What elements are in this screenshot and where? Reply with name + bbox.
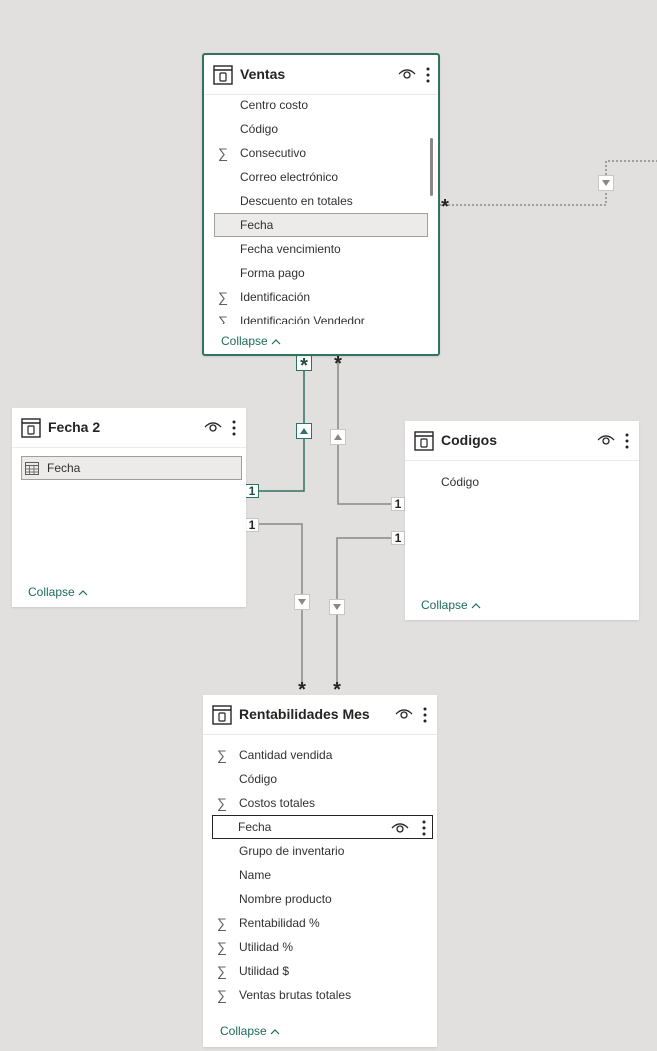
cardinality-one-fecha2-ventas: 1	[245, 484, 259, 498]
field-list[interactable]: Fecha	[12, 455, 246, 485]
field-item[interactable]: ∑ Ventas brutas totales	[213, 983, 429, 1007]
chevron-up-icon	[471, 602, 481, 609]
eye-icon[interactable]	[597, 433, 615, 447]
field-item[interactable]: ∑ Costos totales	[213, 791, 429, 815]
collapse-button[interactable]: Collapse	[220, 1024, 280, 1038]
collapse-button[interactable]: Collapse	[421, 598, 481, 612]
field-item[interactable]: Descuento en totales	[214, 189, 430, 213]
cardinality-one-codigos-rentabilidades: 1	[391, 531, 405, 545]
collapse-button[interactable]: Collapse	[28, 585, 88, 599]
field-list[interactable]: Centro costo Código ∑ Consecutivo Correo…	[204, 96, 438, 324]
field-list[interactable]: ∑ Cantidad vendida Código ∑ Costos total…	[203, 743, 437, 1013]
sum-icon: ∑	[217, 987, 227, 1003]
table-card-header[interactable]: Codigos	[405, 421, 639, 461]
more-options-icon[interactable]	[425, 66, 431, 84]
eye-icon[interactable]	[204, 420, 222, 434]
collapse-button[interactable]: Collapse	[221, 334, 281, 348]
field-item-highlighted[interactable]: Fecha	[21, 456, 242, 480]
filter-direction-up-icon[interactable]	[296, 423, 312, 439]
table-title: Ventas	[240, 66, 286, 82]
filter-direction-down-icon[interactable]	[329, 599, 345, 615]
field-item[interactable]: ∑ Consecutivo	[214, 141, 430, 165]
table-card-header[interactable]: Ventas	[204, 55, 438, 95]
filter-direction-up-icon[interactable]	[330, 429, 346, 445]
table-card-header[interactable]: Rentabilidades Mes	[203, 695, 437, 735]
calendar-icon	[25, 462, 39, 475]
table-card-fecha-2[interactable]: Fecha 2 Fecha Collapse	[12, 408, 246, 607]
table-title: Codigos	[441, 432, 497, 448]
eye-icon[interactable]	[398, 67, 416, 81]
field-item[interactable]: Código	[415, 470, 631, 494]
field-item[interactable]: ∑ Identificación Vendedor	[214, 309, 430, 324]
more-options-icon[interactable]	[231, 419, 237, 437]
eye-icon[interactable]	[395, 707, 413, 721]
table-icon	[414, 431, 434, 451]
table-title: Fecha 2	[48, 419, 101, 435]
eye-icon[interactable]	[391, 821, 409, 835]
field-item[interactable]: ∑ Cantidad vendida	[213, 743, 429, 767]
filter-direction-down-icon[interactable]	[598, 175, 614, 191]
table-card-rentabilidades-mes[interactable]: Rentabilidades Mes ∑ Cantidad vendida Có…	[203, 695, 437, 1047]
table-card-codigos[interactable]: Codigos Código Collapse	[405, 421, 639, 620]
table-icon	[21, 418, 41, 438]
sum-icon: ∑	[217, 939, 227, 955]
field-item[interactable]: Correo electrónico	[214, 165, 430, 189]
field-item[interactable]: Fecha vencimiento	[214, 237, 430, 261]
table-title: Rentabilidades Mes	[239, 706, 370, 722]
cardinality-many-ventas-codigos: *	[334, 353, 342, 375]
more-options-icon[interactable]	[624, 432, 630, 450]
sum-icon: ∑	[218, 145, 228, 161]
field-item[interactable]: ∑ Identificación	[214, 285, 430, 309]
more-options-icon[interactable]	[422, 706, 428, 724]
table-card-header[interactable]: Fecha 2	[12, 408, 246, 448]
field-item[interactable]: ∑ Utilidad $	[213, 959, 429, 983]
sum-icon: ∑	[217, 795, 227, 811]
chevron-up-icon	[270, 1028, 280, 1035]
scrollbar[interactable]	[430, 138, 433, 196]
field-item[interactable]: Grupo de inventario	[213, 839, 429, 863]
sum-icon: ∑	[217, 747, 227, 763]
field-item-focused[interactable]: Fecha	[212, 815, 433, 839]
cardinality-one-codigos-ventas: 1	[391, 497, 405, 511]
table-icon	[212, 705, 232, 725]
field-list[interactable]: Código	[405, 469, 639, 495]
table-icon	[213, 65, 233, 85]
relationship-line-rentabilidades-codigos[interactable]	[336, 537, 398, 688]
chevron-up-icon	[271, 338, 281, 345]
field-item[interactable]: Nombre producto	[213, 887, 429, 911]
field-item[interactable]: Forma pago	[214, 261, 430, 285]
field-item[interactable]: ∑ Utilidad %	[213, 935, 429, 959]
chevron-up-icon	[78, 589, 88, 596]
sum-icon: ∑	[217, 963, 227, 979]
sum-icon: ∑	[217, 915, 227, 931]
field-item[interactable]: Name	[213, 863, 429, 887]
more-options-icon[interactable]	[421, 819, 427, 837]
table-card-ventas[interactable]: Ventas Centro costo Código ∑ Consecutivo…	[202, 53, 440, 356]
relationship-line-ventas-offscreen[interactable]	[440, 160, 657, 206]
field-item[interactable]: Código	[214, 117, 430, 141]
relationship-line-ventas-codigos[interactable]	[337, 355, 398, 505]
sum-icon: ∑	[218, 313, 228, 324]
field-item-highlighted[interactable]: Fecha	[214, 213, 428, 237]
cardinality-many-ventas-fecha2: *	[296, 355, 312, 376]
sum-icon: ∑	[218, 289, 228, 305]
field-item[interactable]: Centro costo	[214, 96, 430, 117]
filter-direction-down-icon[interactable]	[294, 594, 310, 610]
field-item[interactable]: ∑ Rentabilidad %	[213, 911, 429, 935]
cardinality-one-fecha2-rentabilidades: 1	[245, 518, 259, 532]
field-item[interactable]: Código	[213, 767, 429, 791]
